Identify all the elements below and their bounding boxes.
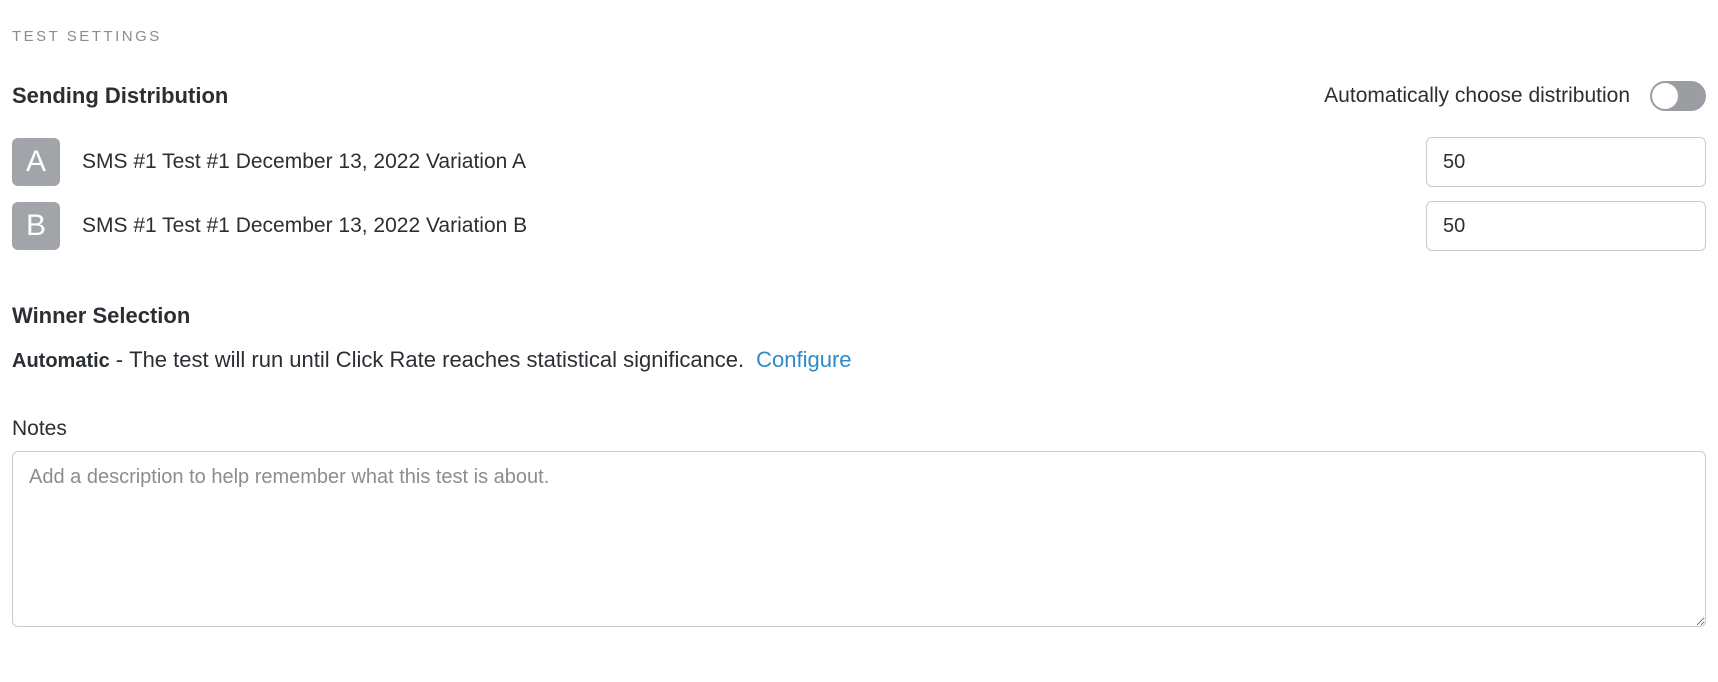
winner-selection-heading: Winner Selection	[12, 303, 1706, 329]
variation-b-percent-input[interactable]	[1427, 202, 1706, 250]
sending-distribution-header: Sending Distribution Automatically choos…	[12, 81, 1706, 111]
variation-a-label: SMS #1 Test #1 December 13, 2022 Variati…	[82, 150, 1426, 174]
configure-link[interactable]: Configure	[756, 347, 851, 373]
variation-row: B SMS #1 Test #1 December 13, 2022 Varia…	[12, 201, 1706, 251]
variation-a-percent-input[interactable]	[1427, 138, 1706, 186]
winner-selection-line: Automatic - The test will run until Clic…	[12, 347, 1706, 373]
notes-heading: Notes	[12, 417, 1706, 441]
sending-distribution-heading: Sending Distribution	[12, 83, 228, 109]
variation-a-percent-group: %	[1426, 137, 1706, 187]
auto-distribution-label: Automatically choose distribution	[1324, 84, 1630, 108]
toggle-knob-icon	[1652, 83, 1678, 109]
winner-mode: Automatic	[12, 350, 110, 373]
variation-badge-a-icon: A	[12, 138, 60, 186]
variation-row: A SMS #1 Test #1 December 13, 2022 Varia…	[12, 137, 1706, 187]
auto-distribution-group: Automatically choose distribution	[1324, 81, 1706, 111]
variation-b-percent-group: %	[1426, 201, 1706, 251]
winner-description: The test will run until Click Rate reach…	[129, 347, 744, 373]
winner-separator: -	[116, 347, 123, 373]
winner-selection-section: Winner Selection Automatic - The test wi…	[12, 303, 1706, 373]
auto-distribution-toggle[interactable]	[1650, 81, 1706, 111]
variation-b-label: SMS #1 Test #1 December 13, 2022 Variati…	[82, 214, 1426, 238]
notes-textarea[interactable]	[12, 451, 1706, 627]
notes-section: Notes	[12, 417, 1706, 632]
variation-badge-b-icon: B	[12, 202, 60, 250]
section-title: TEST SETTINGS	[12, 28, 1706, 45]
